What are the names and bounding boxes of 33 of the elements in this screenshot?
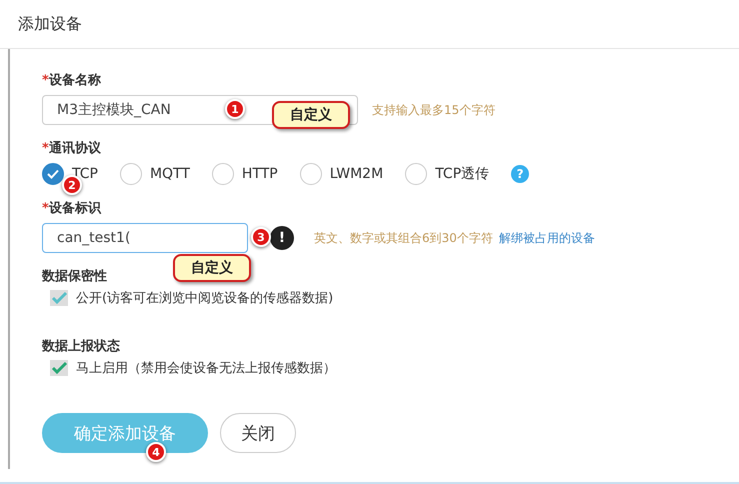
radio-button[interactable] [300, 163, 322, 185]
hint-text: 英文、数字或其组合6到30个字符 [314, 230, 493, 246]
device-id-field[interactable]: can_test1( [42, 223, 248, 253]
unbind-link[interactable]: 解绑被占用的设备 [498, 230, 595, 246]
field-label: 设备标识 [48, 201, 101, 216]
callout-label: 自定义 [272, 101, 350, 129]
alert-icon: ! [270, 226, 294, 250]
close-button[interactable]: 关闭 [220, 413, 296, 453]
field-label: 设备名称 [48, 73, 101, 88]
step-marker: 4 [146, 442, 166, 462]
step-marker: 2 [62, 175, 82, 195]
checkbox[interactable] [50, 290, 68, 306]
dialog-title: 添加设备 [18, 14, 82, 34]
radio-button[interactable] [405, 163, 428, 185]
required-mark: * [42, 73, 49, 88]
radio-button[interactable] [120, 163, 142, 185]
checkbox-label: 马上启用（禁用会使设备无法上报传感数据） [76, 360, 336, 377]
radio-label: HTTP [242, 166, 278, 182]
checkbox-label: 公开(访客可在浏览中阅览设备的传感器数据) [76, 290, 334, 307]
field-label: 通讯协议 [48, 141, 101, 156]
section-label: 数据保密性 [42, 269, 107, 284]
radio-checked-icon[interactable] [42, 163, 64, 185]
radio-label: TCP透传 [435, 165, 490, 183]
radio-label: LWM2M [330, 166, 384, 182]
required-mark: * [42, 141, 49, 156]
required-mark: * [42, 201, 49, 216]
radio-label: MQTT [150, 166, 190, 182]
hint-text: 支持输入最多15个字符 [372, 102, 496, 118]
step-marker: 3 [251, 227, 271, 247]
checkbox[interactable] [50, 360, 68, 376]
section-label: 数据上报状态 [42, 339, 120, 354]
callout-label: 自定义 [173, 254, 251, 282]
radio-button[interactable] [212, 163, 234, 185]
